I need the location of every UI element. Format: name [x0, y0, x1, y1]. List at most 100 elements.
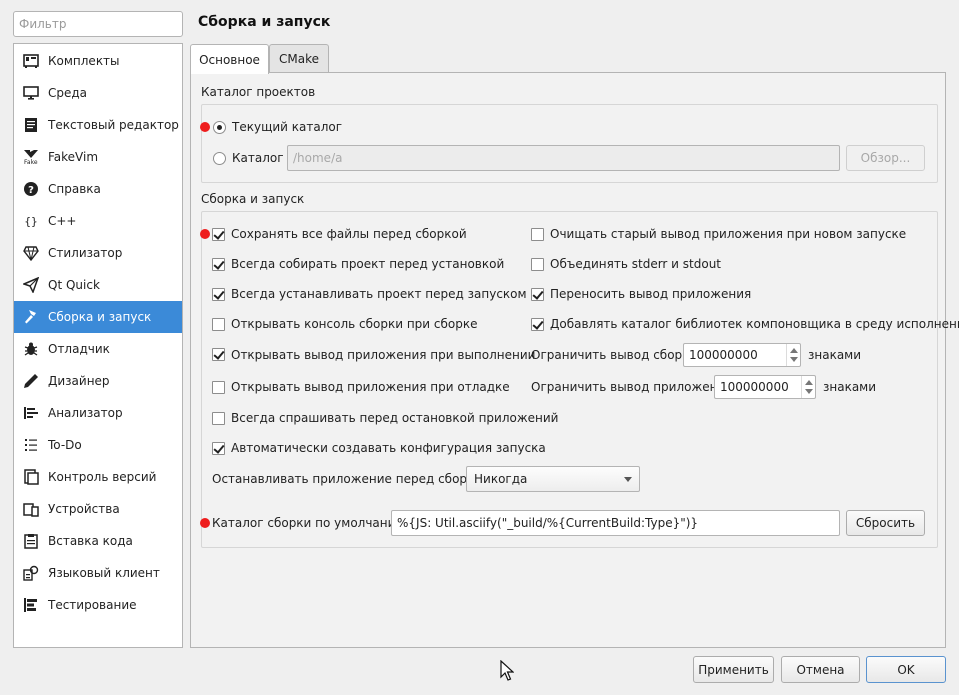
settings-category-list: Комплекты Среда Текстовый редактор Fake … [13, 43, 183, 648]
ask-before-stop-checkbox[interactable] [212, 412, 225, 425]
sidebar-item-todo[interactable]: To-Do [14, 429, 182, 461]
sidebar-item-label: Языковый клиент [48, 566, 160, 580]
auto-create-run-config-checkbox[interactable] [212, 442, 225, 455]
spin-down-icon[interactable] [790, 357, 798, 362]
sidebar-item-label: C++ [48, 214, 77, 228]
svg-text:?: ? [28, 185, 34, 196]
limit-build-output-value: 100000000 [689, 348, 758, 362]
browse-button[interactable]: Обзор... [846, 145, 925, 171]
open-build-console-checkbox[interactable] [212, 318, 225, 331]
limit-build-units-label: знаками [808, 348, 862, 362]
limit-app-output-spinbox[interactable]: 100000000 [714, 375, 816, 399]
stop-before-build-label: Останавливать приложение перед сборкой: [212, 472, 494, 486]
sidebar-item-testing[interactable]: Тестирование [14, 589, 182, 621]
limit-app-output-value: 100000000 [720, 380, 789, 394]
wrap-output-checkbox[interactable] [531, 288, 544, 301]
default-build-dir-field[interactable]: %{JS: Util.asciify("_build/%{CurrentBuil… [391, 510, 840, 536]
sidebar-item-beautifier[interactable]: Стилизатор [14, 237, 182, 269]
cancel-button[interactable]: Отмена [781, 656, 860, 683]
sidebar-item-text-editor[interactable]: Текстовый редактор [14, 109, 182, 141]
sidebar-item-label: Контроль версий [48, 470, 157, 484]
filter-input[interactable] [13, 11, 183, 37]
apply-button[interactable]: Применить [693, 656, 774, 683]
sidebar-item-label: Комплекты [48, 54, 120, 68]
sidebar-item-debugger[interactable]: Отладчик [14, 333, 182, 365]
sidebar-item-code-paste[interactable]: Вставка кода [14, 525, 182, 557]
deploy-before-run-checkbox[interactable] [212, 288, 225, 301]
tab-cmake[interactable]: CMake [269, 44, 329, 73]
sidebar-item-label: Сборка и запуск [48, 310, 152, 324]
sidebar-item-analyzer[interactable]: Анализатор [14, 397, 182, 429]
todo-list-icon [22, 436, 40, 454]
reset-button[interactable]: Сбросить [846, 510, 925, 536]
open-output-on-run-checkbox[interactable] [212, 348, 225, 361]
limit-app-output-label: Ограничить вывод приложения [531, 380, 733, 394]
testing-icon [22, 596, 40, 614]
wrap-output-label: Переносить вывод приложения [550, 287, 752, 301]
spin-arrows[interactable] [801, 376, 815, 398]
sidebar-item-kits[interactable]: Комплекты [14, 45, 182, 77]
tab-general[interactable]: Основное [190, 44, 269, 74]
limit-build-output-label: Ограничить вывод сборки [531, 348, 698, 362]
spin-arrows[interactable] [786, 344, 800, 366]
mouse-cursor-icon [500, 660, 514, 681]
sidebar-item-designer[interactable]: Дизайнер [14, 365, 182, 397]
stop-before-build-combo[interactable]: Никогда [466, 466, 640, 492]
sidebar-item-cpp[interactable]: {} C++ [14, 205, 182, 237]
fakevim-icon: Fake [22, 148, 40, 166]
spin-down-icon[interactable] [805, 389, 813, 394]
merge-stderr-stdout-label: Объединять stderr и stdout [550, 257, 722, 271]
sidebar-item-label: Среда [48, 86, 88, 100]
help-icon: ? [22, 180, 40, 198]
current-dir-label: Текущий каталог [232, 120, 343, 134]
sidebar-item-environment[interactable]: Среда [14, 77, 182, 109]
deploy-before-run-label: Всегда устанавливать проект перед запуск… [231, 287, 527, 301]
build-before-deploy-label: Всегда собирать проект перед установкой [231, 257, 505, 271]
spin-up-icon[interactable] [790, 348, 798, 353]
open-output-on-debug-label: Открывать вывод приложения при отладке [231, 380, 510, 394]
limit-build-output-spinbox[interactable]: 100000000 [683, 343, 801, 367]
sidebar-item-label: Вставка кода [48, 534, 133, 548]
sidebar-item-version-control[interactable]: Контроль версий [14, 461, 182, 493]
diamond-icon [22, 244, 40, 262]
projects-dir-path-field[interactable]: /home/a [287, 145, 840, 171]
svg-text:{}: {} [24, 215, 37, 228]
add-lib-path-checkbox[interactable] [531, 318, 544, 331]
sidebar-item-label: Текстовый редактор [48, 118, 179, 132]
braces-icon: {} [22, 212, 40, 230]
version-control-icon [22, 468, 40, 486]
page-title: Сборка и запуск [198, 14, 331, 30]
sidebar-item-qt-quick[interactable]: Qt Quick [14, 269, 182, 301]
marker-dot [200, 518, 210, 528]
sidebar-item-devices[interactable]: Устройства [14, 493, 182, 525]
default-build-dir-label: Каталог сборки по умолчанию: [212, 516, 410, 530]
code-paste-icon [22, 532, 40, 550]
current-dir-radio[interactable] [213, 121, 226, 134]
auto-create-run-config-label: Автоматически создавать конфигурация зап… [231, 441, 546, 455]
merge-stderr-stdout-checkbox[interactable] [531, 258, 544, 271]
bug-icon [22, 340, 40, 358]
open-output-on-run-label: Открывать вывод приложения при выполнени… [231, 348, 536, 362]
svg-text:Fake: Fake [24, 159, 38, 165]
monitor-icon [22, 84, 40, 102]
sidebar-item-help[interactable]: ? Справка [14, 173, 182, 205]
dir-radio[interactable] [213, 152, 226, 165]
analyzer-icon [22, 404, 40, 422]
sidebar-item-label: To-Do [48, 438, 82, 452]
ask-before-stop-label: Всегда спрашивать перед остановкой прило… [231, 411, 559, 425]
spin-up-icon[interactable] [805, 380, 813, 385]
sidebar-item-fakevim[interactable]: Fake FakeVim [14, 141, 182, 173]
clean-old-output-checkbox[interactable] [531, 228, 544, 241]
limit-app-units-label: знаками [823, 380, 877, 394]
open-build-console-label: Открывать консоль сборки при сборке [231, 317, 478, 331]
sidebar-item-build-run[interactable]: Сборка и запуск [14, 301, 182, 333]
sidebar-item-label: Анализатор [48, 406, 123, 420]
sidebar-item-label: Отладчик [48, 342, 110, 356]
build-run-group-title: Сборка и запуск [201, 192, 305, 206]
chevron-down-icon [624, 477, 632, 482]
sidebar-item-language-client[interactable]: Языковый клиент [14, 557, 182, 589]
build-before-deploy-checkbox[interactable] [212, 258, 225, 271]
ok-button[interactable]: OK [866, 656, 946, 683]
save-before-build-checkbox[interactable] [212, 228, 225, 241]
open-output-on-debug-checkbox[interactable] [212, 381, 225, 394]
